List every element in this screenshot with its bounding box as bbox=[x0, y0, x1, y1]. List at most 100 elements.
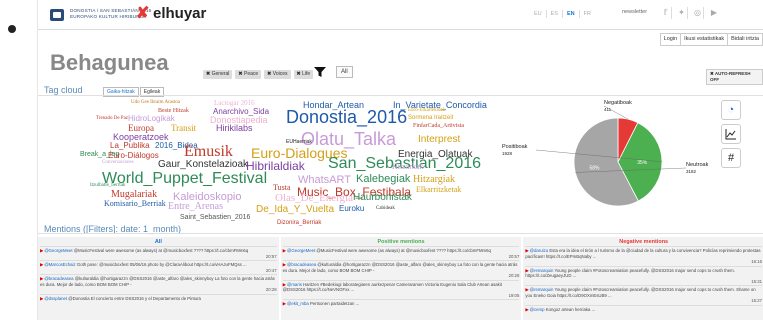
tweet-item[interactable]: ▶@maris Haritzen #Bedekiogi laborategiar… bbox=[282, 279, 520, 300]
tag-word[interactable]: Euroku bbox=[339, 205, 364, 213]
lang-fr[interactable]: FR bbox=[580, 10, 595, 18]
tag-word[interactable]: Saint_Sebastien_2016 bbox=[180, 214, 250, 221]
tag-word[interactable]: Conversaciones bbox=[102, 160, 134, 165]
elhuyar-brand[interactable]: elhuyar bbox=[153, 6, 206, 22]
tweet-item[interactable]: ▶@remarquin Young people claim #Fotoscre… bbox=[525, 265, 763, 286]
lang-es[interactable]: ES bbox=[547, 10, 563, 18]
lang-en[interactable]: EN bbox=[563, 10, 580, 18]
tweet-item[interactable]: ▶@bracadeasea @kulturaldia @hortigarazzn… bbox=[282, 260, 520, 280]
tweet-user[interactable]: @cemp bbox=[530, 307, 545, 312]
youtube-icon[interactable]: ▶ bbox=[708, 7, 720, 19]
tag-word[interactable]: Transit bbox=[171, 124, 196, 133]
hashtag-icon[interactable]: # bbox=[721, 148, 741, 168]
newsletter-link[interactable]: newsletter bbox=[622, 9, 647, 15]
tag-word[interactable]: Itzulbatle_berrtak bbox=[90, 183, 126, 188]
tweet-item[interactable]: ▶@daruizu Esta era la idea el tirón a l … bbox=[525, 246, 763, 266]
tag-word[interactable]: Euro-Diálogos bbox=[108, 152, 159, 160]
tag-word[interactable]: De_Ida_Y_Vuelta bbox=[256, 205, 334, 215]
divider bbox=[38, 233, 763, 234]
tag-word[interactable]: Trenado De Paz bbox=[96, 116, 128, 121]
tweet-item[interactable]: ▶@bracadeasea @kulturaldia @hortigarazzn… bbox=[40, 274, 277, 294]
tag-word[interactable]: Tusta bbox=[273, 184, 291, 192]
tag-word[interactable]: Sormena Iraitzeit bbox=[408, 115, 453, 121]
tag-word[interactable]: Hirikilabs bbox=[216, 124, 253, 133]
tweet-user[interactable]: @bracadeasea bbox=[287, 262, 316, 267]
tweet-text: Kongoz artean herriaka ... bbox=[544, 306, 596, 312]
tweet-item[interactable]: ▶@GeorgeMeet @MusicFestival were awesome… bbox=[40, 246, 277, 260]
tag-word[interactable]: World_Puppet_Festival bbox=[102, 171, 267, 187]
auto-refresh-toggle[interactable]: ✖ AUTO-REFRESH OFF bbox=[706, 69, 763, 85]
tag-word[interactable]: Olas_De_Energía bbox=[275, 193, 353, 204]
tag-word[interactable]: Udo Gee Ibraim Arastoa bbox=[131, 100, 180, 105]
column-title: Positive mentions bbox=[377, 239, 425, 245]
lang-eu[interactable]: EU bbox=[530, 10, 547, 18]
tweet-user[interactable]: @GeorgeMeet bbox=[287, 248, 315, 253]
tweet-item[interactable]: ▶@cemp Kongoz artean herriaka ... bbox=[525, 304, 763, 314]
tag-word[interactable]: Cabideak bbox=[376, 206, 395, 211]
tweet-item[interactable]: ▶@dssplanet @Donostia El concierto entre… bbox=[40, 293, 277, 303]
tweet-user[interactable]: @ekit_mba bbox=[287, 301, 309, 306]
tag-word[interactable]: FinfarCada_Artivista bbox=[413, 123, 464, 129]
tweet-time: 19:05 bbox=[508, 292, 520, 298]
column-title: All bbox=[154, 239, 162, 245]
tag-word[interactable]: HidroLogikak bbox=[128, 115, 175, 123]
chart-type-switcher: ◔ # bbox=[721, 100, 741, 168]
vimeo-icon[interactable]: ✦ bbox=[676, 7, 688, 19]
tweet-user[interactable]: @daruizu bbox=[530, 248, 548, 253]
tag-word[interactable]: Emusik bbox=[184, 144, 233, 160]
tag-word[interactable]: Entre_Arenas bbox=[168, 202, 223, 212]
tag-word[interactable]: Dizonira_Berriak bbox=[277, 220, 321, 226]
pie-slice-label: Positiboak bbox=[502, 144, 528, 150]
tweet-time: 15:27 bbox=[751, 298, 763, 303]
tweet-user[interactable]: @bracadeasea bbox=[44, 276, 73, 281]
filter-life[interactable]: ✖ Life bbox=[293, 70, 314, 79]
tag-word[interactable]: Donostia_2016 bbox=[286, 108, 407, 126]
filter-peace[interactable]: ✖ Peace bbox=[235, 70, 262, 79]
mentions-column: Positive mentions ▶@GeorgeMeet @MusicFest… bbox=[280, 237, 522, 320]
tag-word[interactable]: Gaur_Konstelazioak bbox=[158, 160, 248, 170]
tag-word[interactable]: Komisario_Berriak bbox=[104, 200, 166, 208]
tag-word[interactable]: La_Publika bbox=[110, 142, 150, 150]
tweet-text: Young people claim #Fotoscreamiation pea… bbox=[525, 267, 735, 279]
pie-chart-icon[interactable]: ◔ bbox=[721, 100, 741, 120]
tag-word[interactable]: Hitzarkak bbox=[392, 163, 424, 171]
tag-word[interactable]: Kalebegiak bbox=[356, 174, 410, 185]
tweet-user[interactable]: @remarquin bbox=[530, 268, 554, 273]
line-chart-icon[interactable] bbox=[721, 124, 741, 144]
tag-word[interactable]: Lactogar 2016 bbox=[214, 100, 255, 107]
tweet-text: Goth pose: @musicboxfest 05/06/16 photo … bbox=[75, 262, 247, 267]
tag-word[interactable]: Hitzargiak bbox=[413, 175, 455, 185]
tweet-user[interactable]: @GeorgeMeet bbox=[44, 248, 72, 253]
tweet-user[interactable]: @MarcosEchaiz bbox=[44, 262, 75, 267]
tag-cloud: Udo Gee Ibraim Arastoa Lactogar 2016 Honda… bbox=[38, 96, 508, 227]
instagram-icon[interactable]: ◎ bbox=[692, 7, 704, 19]
pie-slice-value: 411 bbox=[604, 107, 612, 112]
pie-slice-value: 3182 bbox=[686, 169, 697, 174]
twitter-icon: ▶ bbox=[40, 295, 44, 301]
twitter-icon[interactable]: 𝕗 bbox=[660, 7, 672, 19]
tweet-item[interactable]: ▶@ekit_mba Pertsonen partaidetzan ... bbox=[282, 299, 520, 308]
send-feedback-link[interactable]: Bidali iritzia bbox=[728, 34, 762, 45]
tweet-item[interactable]: ▶@MarcosEchaiz Goth pose: @musicboxfest … bbox=[40, 260, 277, 274]
tag-word[interactable]: Interprest bbox=[418, 135, 460, 145]
tag-word[interactable]: Haurbonistak bbox=[353, 193, 412, 203]
filter-general[interactable]: ✖ General bbox=[203, 70, 233, 79]
funnel-icon[interactable] bbox=[313, 66, 327, 78]
donostia-logo-icon[interactable] bbox=[50, 9, 64, 21]
login-link[interactable]: Login bbox=[661, 34, 682, 45]
tweet-user[interactable]: @maris bbox=[287, 282, 302, 287]
filter-voices[interactable]: ✖ Voices bbox=[264, 70, 291, 79]
tweet-time: 16:16 bbox=[751, 259, 763, 264]
statistics-link[interactable]: Ikusi estatistikak bbox=[681, 34, 729, 45]
tweet-user[interactable]: @dssplanet bbox=[44, 296, 67, 301]
all-button[interactable]: All bbox=[336, 66, 353, 78]
list-bullet bbox=[8, 25, 16, 33]
tweet-time: 20:28 bbox=[265, 287, 277, 292]
language-switcher: EU ES EN FR bbox=[530, 10, 595, 18]
tweet-item[interactable]: ▶@remarquin Young people claim #Fotoscre… bbox=[525, 285, 763, 305]
tweet-user[interactable]: @remarquin bbox=[530, 287, 554, 292]
tag-word[interactable]: Euro-Erkartekidak bbox=[408, 108, 445, 113]
twitter-icon: ▶ bbox=[525, 306, 529, 312]
tag-word[interactable]: Elkarritzketak bbox=[416, 186, 461, 194]
tweet-item[interactable]: ▶@GeorgeMeet @MusicFestival were awesome… bbox=[282, 246, 520, 260]
